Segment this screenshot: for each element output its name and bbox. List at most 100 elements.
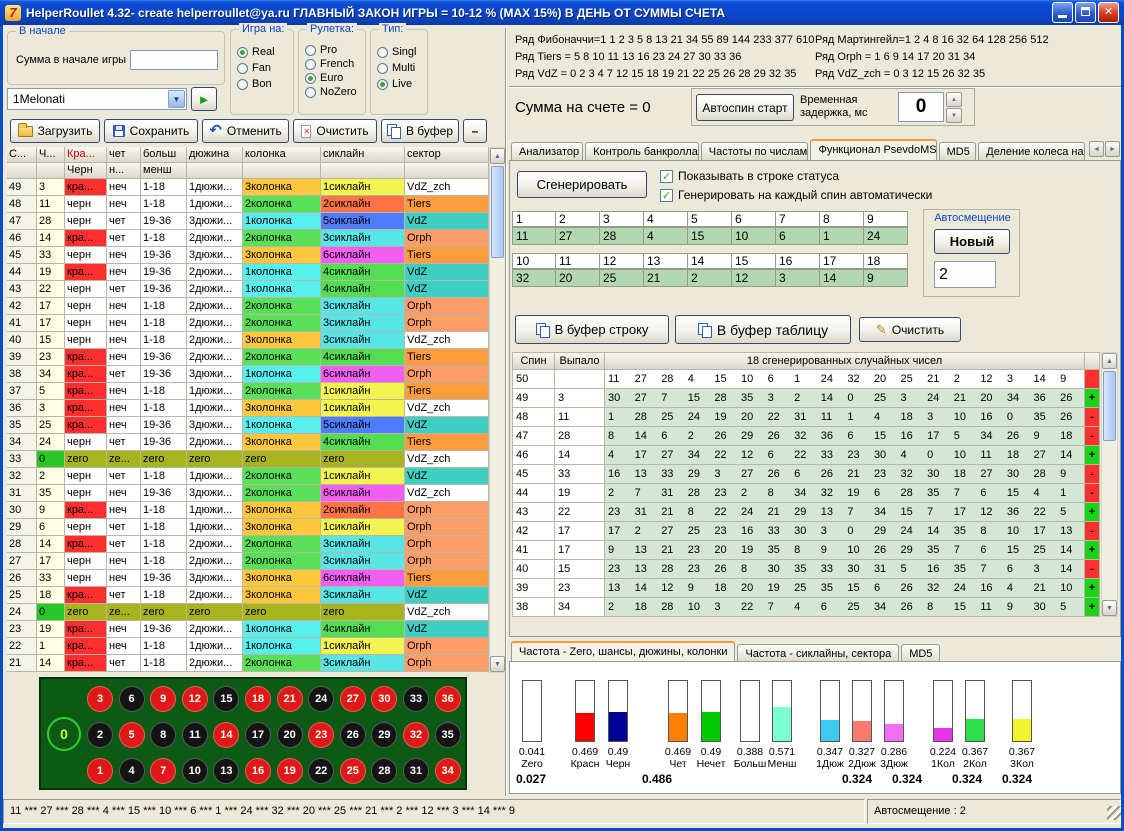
checkbox-icon[interactable]: ✓: [660, 170, 673, 183]
history-row[interactable]: 309кра...неч1-181дюжи...3колонка2сиклайн…: [7, 502, 489, 519]
tab-Контроль банкролла[interactable]: Контроль банкролла: [585, 142, 699, 161]
scroll-down-icon[interactable]: ▼: [490, 656, 505, 672]
history-row[interactable]: 4811черннеч1-181дюжи...2колонка2сиклайнT…: [7, 196, 489, 213]
generated-row[interactable]: 41179132123201935891026293576152514+: [513, 541, 1100, 560]
radio-icon[interactable]: [305, 59, 316, 70]
save-button[interactable]: Сохранить: [104, 119, 198, 143]
history-row[interactable]: 4322чернчет19-362дюжи...1колонка4сиклайн…: [7, 281, 489, 298]
delay-up-icon[interactable]: ▲: [946, 92, 962, 107]
tab-Функционал PsevdoMS[interactable]: Функционал PsevdoMS: [810, 139, 936, 161]
generated-row[interactable]: 4533161333293272662621233230182730289-: [513, 465, 1100, 484]
preset-combobox[interactable]: 1Melonati ▼: [7, 88, 187, 110]
history-row[interactable]: 2114кра...чет1-182дюжи...2колонка3сиклай…: [7, 655, 489, 672]
new-button[interactable]: Новый: [934, 229, 1010, 254]
board-number-34[interactable]: 34: [435, 758, 461, 784]
board-number-9[interactable]: 9: [150, 686, 176, 712]
play-button[interactable]: ►: [191, 87, 217, 111]
board-number-25[interactable]: 25: [340, 758, 366, 784]
generated-row[interactable]: 421717227252316333030292414358101713-: [513, 522, 1100, 541]
history-row[interactable]: 296чернчет1-181дюжи...3колонка1сиклайнOr…: [7, 519, 489, 536]
board-number-21[interactable]: 21: [277, 686, 303, 712]
clear-generated-button[interactable]: ✎ Очистить: [859, 317, 961, 342]
copy-row-button[interactable]: В буфер строку: [515, 315, 669, 344]
generated-row[interactable]: 4419273128232834321962835761541-: [513, 484, 1100, 503]
history-row[interactable]: 322чернчет1-181дюжи...2колонка1сиклайнVd…: [7, 468, 489, 485]
radio-option-Real[interactable]: Real: [237, 46, 287, 58]
board-number-23[interactable]: 23: [308, 722, 334, 748]
generated-row[interactable]: 40152313282326830353330315163576314-: [513, 560, 1100, 579]
board-number-24[interactable]: 24: [308, 686, 334, 712]
copy-table-button[interactable]: В буфер таблицу: [675, 315, 851, 344]
combobox-dropdown-icon[interactable]: ▼: [168, 90, 185, 108]
history-row[interactable]: 4533черннеч19-363дюжи...3колонка6сиклайн…: [7, 247, 489, 264]
board-number-16[interactable]: 16: [245, 758, 271, 784]
board-number-19[interactable]: 19: [277, 758, 303, 784]
close-button[interactable]: ✕: [1098, 2, 1119, 23]
board-number-17[interactable]: 17: [245, 722, 271, 748]
history-row[interactable]: 493кра...неч1-181дюжи...3колонка1сиклайн…: [7, 179, 489, 196]
tab-Деление колеса на[interactable]: Деление колеса на: [978, 142, 1085, 161]
checkbox-show-status[interactable]: ✓ Показывать в строке статуса: [660, 169, 839, 183]
board-number-12[interactable]: 12: [182, 686, 208, 712]
scroll-up-icon[interactable]: ▲: [490, 148, 505, 164]
history-row[interactable]: 3834кра...чет19-363дюжи...1колонка6сикла…: [7, 366, 489, 383]
board-number-35[interactable]: 35: [435, 722, 461, 748]
history-row[interactable]: 4217черннеч1-182дюжи...2колонка3сиклайнO…: [7, 298, 489, 315]
tab-Частоты по числам[interactable]: Частоты по числам: [701, 142, 809, 161]
board-number-27[interactable]: 27: [340, 686, 366, 712]
board-number-7[interactable]: 7: [150, 758, 176, 784]
board-number-36[interactable]: 36: [435, 686, 461, 712]
maximize-button[interactable]: [1075, 2, 1096, 23]
board-number-14[interactable]: 14: [213, 722, 239, 748]
board-number-8[interactable]: 8: [150, 722, 176, 748]
radio-icon[interactable]: [305, 45, 316, 56]
generate-button[interactable]: Сгенерировать: [517, 171, 647, 198]
board-number-20[interactable]: 20: [277, 722, 303, 748]
history-row[interactable]: 375кра...неч1-181дюжи...2колонка1сиклайн…: [7, 383, 489, 400]
board-number-29[interactable]: 29: [371, 722, 397, 748]
radio-option-Pro[interactable]: Pro: [305, 44, 359, 56]
history-row[interactable]: 2518кра...чет1-182дюжи...3колонка3сиклай…: [7, 587, 489, 604]
freq-tab-Частота - Zero, шансы, дюжины, колонки[interactable]: Частота - Zero, шансы, дюжины, колонки: [511, 641, 735, 663]
history-row[interactable]: 2717черннеч1-182дюжи...2колонка3сиклайнO…: [7, 553, 489, 570]
undo-button[interactable]: ↶ Отменить: [202, 119, 289, 143]
board-number-22[interactable]: 22: [308, 758, 334, 784]
checkbox-icon[interactable]: ✓: [660, 189, 673, 202]
autospin-start-button[interactable]: Автоспин старт: [696, 94, 794, 121]
radio-icon[interactable]: [305, 87, 316, 98]
minimize-button[interactable]: [1052, 2, 1073, 23]
scroll-up-icon[interactable]: ▲: [1102, 353, 1117, 369]
history-row[interactable]: 363кра...неч1-181дюжи...3колонка1сиклайн…: [7, 400, 489, 417]
history-row[interactable]: 4614кра...чет1-182дюжи...2колонка3сиклай…: [7, 230, 489, 247]
board-number-30[interactable]: 30: [371, 686, 397, 712]
tabs-scroll-right-icon[interactable]: ►: [1105, 141, 1120, 157]
history-row[interactable]: 2633черннеч19-363дюжи...3колонка6сиклайн…: [7, 570, 489, 587]
board-number-18[interactable]: 18: [245, 686, 271, 712]
board-number-2[interactable]: 2: [87, 722, 113, 748]
radio-option-Bon[interactable]: Bon: [237, 78, 287, 90]
history-scrollbar-thumb[interactable]: [491, 166, 504, 258]
delay-down-icon[interactable]: ▼: [946, 108, 962, 123]
radio-option-Fan[interactable]: Fan: [237, 62, 287, 74]
tab-MD5[interactable]: MD5: [939, 142, 977, 161]
history-row[interactable]: 4015черннеч1-182дюжи...3колонка3сиклайнV…: [7, 332, 489, 349]
checkbox-autogen[interactable]: ✓ Генерировать на каждый спин автоматиче…: [660, 188, 932, 202]
board-number-6[interactable]: 6: [119, 686, 145, 712]
board-number-32[interactable]: 32: [403, 722, 429, 748]
radio-icon[interactable]: [377, 63, 388, 74]
history-row[interactable]: 3424чернчет19-362дюжи...3колонка4сиклайн…: [7, 434, 489, 451]
radio-option-Live[interactable]: Live: [377, 78, 421, 90]
history-row[interactable]: 4419кра...неч19-362дюжи...1колонка4сикла…: [7, 264, 489, 281]
generated-scrollbar-thumb[interactable]: [1103, 371, 1116, 441]
board-number-15[interactable]: 15: [213, 686, 239, 712]
history-row[interactable]: 330zeroze...zerozerozerozeroVdZ_zch: [7, 451, 489, 468]
tab-Анализатор[interactable]: Анализатор: [511, 142, 583, 161]
scroll-down-icon[interactable]: ▼: [1102, 600, 1117, 616]
history-row[interactable]: 3135черннеч19-363дюжи...2колонка6сиклайн…: [7, 485, 489, 502]
radio-option-Multi[interactable]: Multi: [377, 62, 421, 74]
radio-icon[interactable]: [237, 47, 248, 58]
generated-row[interactable]: 3923131412918201925351562632241642110+: [513, 579, 1100, 598]
generated-row[interactable]: 432223312182224212913734157171236225+: [513, 503, 1100, 522]
board-number-31[interactable]: 31: [403, 758, 429, 784]
board-zero[interactable]: 0: [47, 717, 81, 751]
